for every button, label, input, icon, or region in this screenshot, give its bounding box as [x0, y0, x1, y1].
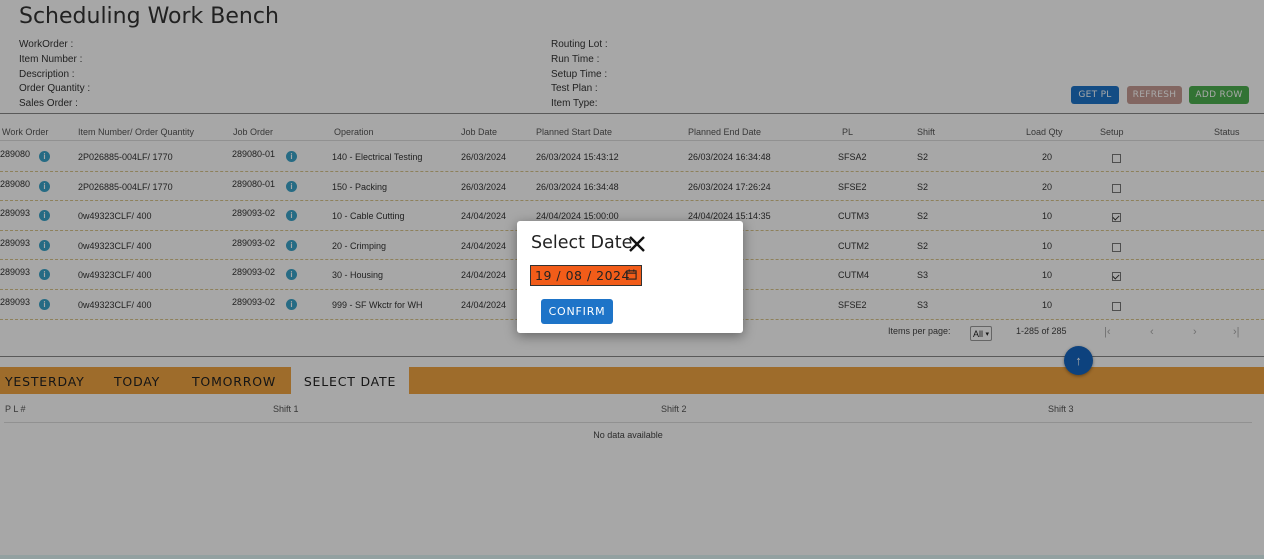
select-date-dialog: Select Date 19 / 08 / 2024 CONFIRM — [517, 221, 743, 333]
confirm-button[interactable]: CONFIRM — [541, 299, 613, 324]
dialog-title: Select Date — [531, 233, 633, 253]
date-input[interactable]: 19 / 08 / 2024 — [530, 265, 642, 286]
date-value: 19 / 08 / 2024 — [535, 268, 630, 283]
close-icon[interactable] — [627, 234, 647, 254]
calendar-icon[interactable] — [626, 269, 637, 280]
